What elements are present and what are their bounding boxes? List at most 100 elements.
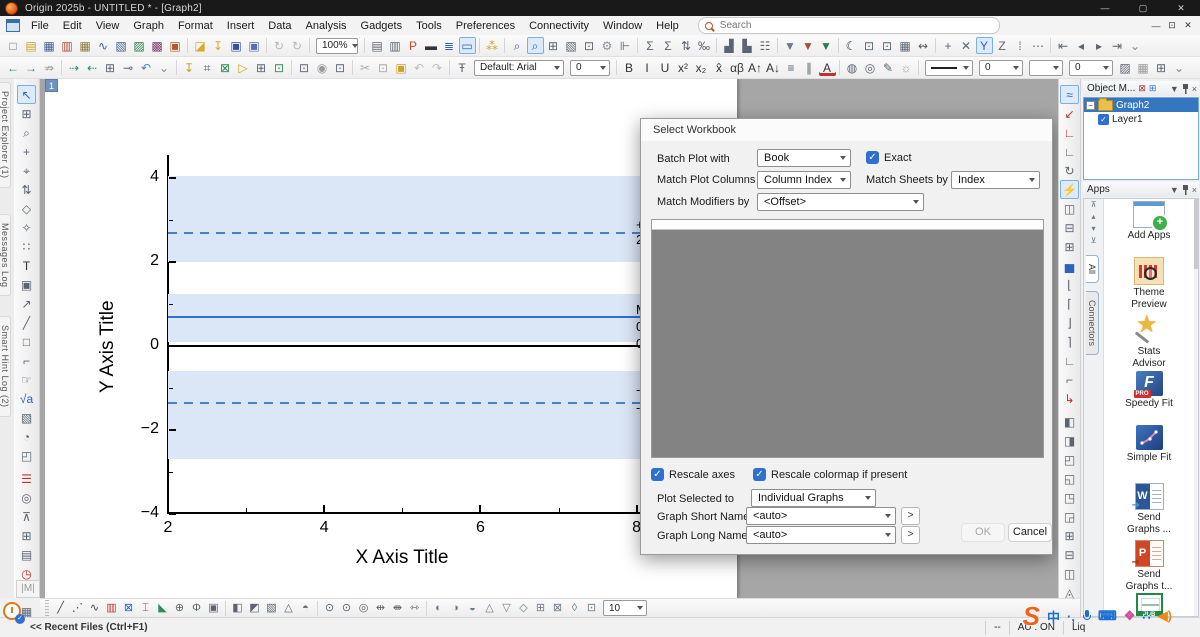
options-icon[interactable]: ⚙	[599, 37, 616, 54]
line-color-icon[interactable]: ✎	[880, 59, 897, 76]
pointer-tool-icon[interactable]: ↖	[17, 85, 36, 104]
import-multiple-icon[interactable]: ▷	[235, 59, 252, 76]
hand-tool-icon[interactable]: ☞	[17, 370, 36, 389]
keyboard-icon[interactable]: ⌨	[1098, 608, 1117, 624]
scale-y-icon[interactable]: ⇼	[390, 600, 406, 616]
sep[interactable]	[352, 60, 353, 75]
3d-scatter-icon[interactable]: ▧	[264, 600, 280, 616]
menu-item[interactable]: Graph	[126, 20, 171, 32]
magnifier-tool-icon[interactable]: ⌕	[17, 123, 36, 142]
new-notes-icon[interactable]: ▥	[59, 37, 76, 54]
annotation-tool-icon[interactable]: ▣	[17, 275, 36, 294]
menu-item[interactable]: Analysis	[299, 20, 354, 32]
image-plot-icon[interactable]: ⊠	[121, 600, 137, 616]
import-wizard-icon[interactable]: ↧	[181, 59, 198, 76]
apply-format-icon[interactable]: ⊞	[1153, 59, 1170, 76]
bold-icon[interactable]: B	[621, 59, 638, 76]
sep[interactable]	[918, 60, 919, 75]
line-tool-icon[interactable]: ╱	[17, 313, 36, 332]
last-icon[interactable]: ⇥	[1109, 37, 1126, 54]
new-workbook-icon[interactable]: ▦	[41, 37, 58, 54]
axis-arrows-icon[interactable]: ↙	[1060, 104, 1079, 123]
search-box[interactable]	[698, 17, 1000, 34]
zoom-select[interactable]: 100%	[316, 38, 358, 54]
italic-icon[interactable]: I	[639, 59, 656, 76]
dark-theme-icon[interactable]: ☾	[843, 37, 860, 54]
zoom-pan-icon[interactable]: ⌕	[509, 37, 526, 54]
font-select[interactable]: Default: Arial	[474, 60, 564, 76]
apps-scrollbar[interactable]	[1194, 199, 1198, 616]
box-plot-icon[interactable]: ⌶	[138, 600, 154, 616]
copy-page-icon[interactable]: ⊡	[861, 37, 878, 54]
link-layer-icon[interactable]: ◫	[1060, 564, 1079, 583]
menu-item[interactable]: Gadgets	[354, 20, 410, 32]
more-icon[interactable]: ⋯	[1030, 37, 1047, 54]
plot-area[interactable]: 1 Y Axis Title X Axis Title −4−20242468+…	[45, 79, 737, 598]
first-icon[interactable]: ⇤	[1055, 37, 1072, 54]
sep[interactable]	[176, 60, 177, 75]
refresh-stop-icon[interactable]: ↻	[289, 37, 306, 54]
line-plot-icon[interactable]: ╱	[53, 600, 69, 616]
exact-checkbox-row[interactable]: ✓ Exact	[866, 151, 912, 164]
overflow-icon[interactable]: ⌄	[1127, 37, 1144, 54]
mic-icon[interactable]	[1083, 610, 1091, 622]
mdi-close-button[interactable]: ✕	[1180, 20, 1196, 31]
sep[interactable]	[716, 38, 717, 53]
sep[interactable]	[935, 38, 936, 53]
sep[interactable]	[61, 60, 62, 75]
color-band-icon[interactable]: ▅	[1060, 256, 1079, 275]
scroll-up-icon[interactable]: ▴	[1086, 211, 1101, 223]
duplicate-window-icon[interactable]: ⊡	[332, 59, 349, 76]
tab-connectors[interactable]: Connectors	[1086, 291, 1099, 355]
import-database-icon[interactable]: ⊞	[253, 59, 270, 76]
rescale-axes-checkbox[interactable]: ✓	[651, 468, 664, 481]
app-theme-preview[interactable]: Theme Preview	[1103, 257, 1195, 311]
zoom-rect-tool-icon[interactable]: ⊞	[17, 104, 36, 123]
sep[interactable]	[364, 38, 365, 53]
sep[interactable]	[839, 60, 840, 75]
y-axis-title[interactable]: Y Axis Title	[97, 235, 121, 459]
app-stats-advisor[interactable]: ★ Stats Advisor	[1103, 316, 1195, 370]
frame-step-icon[interactable]: ⌐	[1060, 370, 1079, 389]
copy-icon[interactable]: ⊡	[375, 59, 392, 76]
dock-bottom-icon[interactable]: ⊻	[1086, 235, 1101, 247]
plot-toggle-icon[interactable]: ⊠	[1138, 83, 1146, 94]
match-plot-columns-select[interactable]: Column Index	[757, 171, 851, 189]
tree-expand-icon[interactable]: −	[1086, 101, 1095, 110]
timer-tool-icon[interactable]: ◔	[17, 427, 36, 446]
new-folder-icon[interactable]: ▤	[23, 37, 40, 54]
superscript-icon[interactable]: x²	[675, 59, 692, 76]
polyline-tool-icon[interactable]: ⌐	[17, 351, 36, 370]
runner-icon[interactable]: ⚡	[1060, 180, 1079, 199]
arrow-tool-icon[interactable]: ↗	[17, 294, 36, 313]
import-ascii-icon[interactable]: ⌗	[199, 59, 216, 76]
add-annotation-icon[interactable]: ⊞	[1149, 83, 1157, 94]
open-template-icon[interactable]: ↧	[210, 37, 227, 54]
new-project-icon[interactable]: □	[5, 37, 22, 54]
shape5-icon[interactable]: ▽	[499, 600, 515, 616]
target-icon[interactable]: ◎	[17, 488, 36, 507]
axis-corner-icon[interactable]: ∟	[1060, 123, 1079, 142]
graph-short-name-select[interactable]: <auto>	[746, 507, 896, 525]
decrease-font-icon[interactable]: A↓	[765, 59, 782, 76]
shape1-icon[interactable]: ◐	[431, 600, 447, 616]
overflow-icon[interactable]: ⌄	[1171, 59, 1188, 76]
shape6-icon[interactable]: ◇	[516, 600, 532, 616]
3d-surface-icon[interactable]: ◩	[247, 600, 263, 616]
app-add-apps[interactable]: + Add Apps	[1103, 201, 1195, 242]
y-scale-icon[interactable]: Y	[976, 37, 993, 54]
undo-nav-icon[interactable]: ↶	[138, 59, 155, 76]
axis-red-icon[interactable]: ↳	[1060, 389, 1079, 408]
open-icon[interactable]: ◪	[192, 37, 209, 54]
object-tool-icon[interactable]: ◰	[17, 446, 36, 465]
panel-close-icon[interactable]: ×	[1192, 84, 1197, 94]
resize-layer-icon[interactable]: ◳	[1060, 488, 1079, 507]
mask-range2-icon[interactable]: ⊙	[339, 600, 355, 616]
skin-icon[interactable]: ❖	[1124, 608, 1136, 624]
film-strip-icon[interactable]: ▦	[897, 37, 914, 54]
rescale-colormap-row[interactable]: ✓ Rescale colormap if present	[753, 468, 907, 481]
cancel-button[interactable]: Cancel	[1008, 523, 1052, 542]
graph-long-name-select[interactable]: <auto>	[746, 526, 896, 544]
reader-tool-icon[interactable]: ⌖	[17, 161, 36, 180]
remove-layer-icon[interactable]: ⊟	[1060, 545, 1079, 564]
